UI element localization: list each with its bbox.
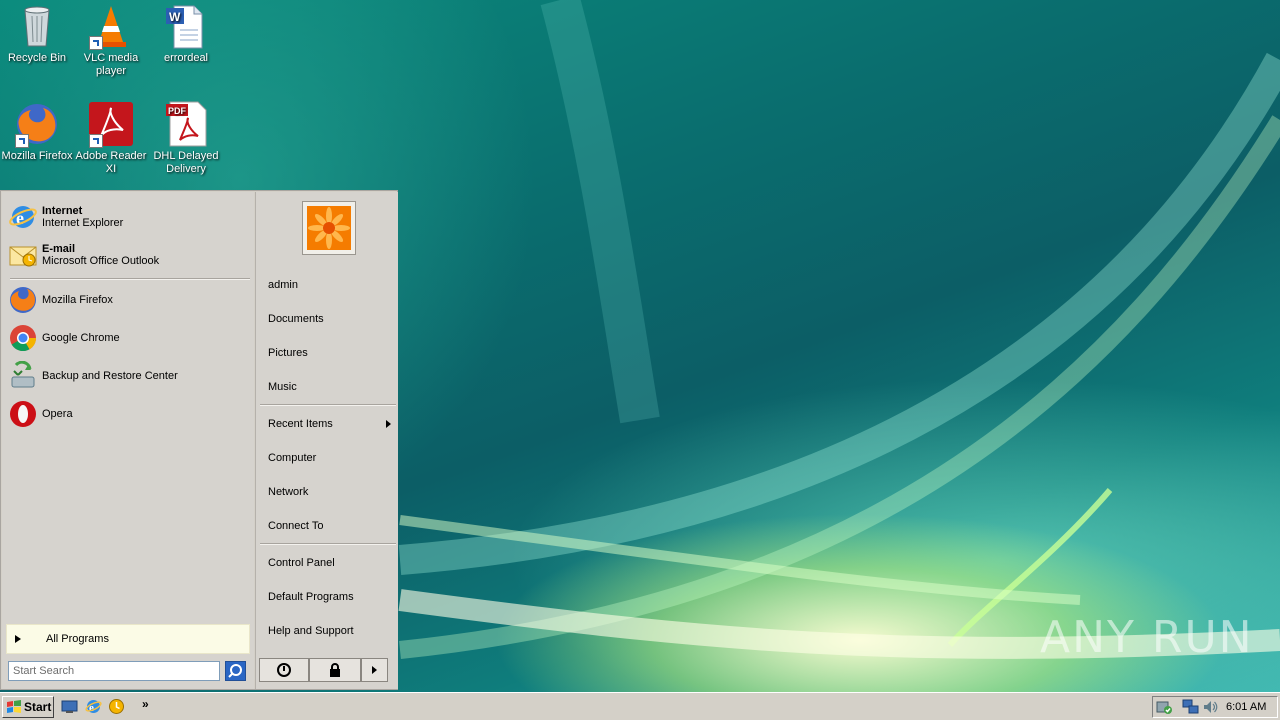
svg-text:PDF: PDF: [168, 106, 187, 116]
firefox-icon: [8, 285, 38, 315]
recent-label: Backup and Restore Center: [42, 370, 178, 382]
taskbar: Start e » 6:01 AM: [0, 692, 1280, 720]
system-tray: 6:01 AM: [1152, 696, 1278, 718]
desktop-icon-vlc[interactable]: VLC media player: [74, 2, 148, 78]
start-label: Start: [24, 700, 52, 714]
right-item-music[interactable]: Music: [268, 381, 297, 393]
windows-logo-icon: [7, 700, 21, 713]
pdf-document-icon: PDF: [162, 100, 210, 148]
recent-label: Opera: [42, 408, 73, 420]
start-menu: e Internet Internet Explorer E-mail Micr…: [0, 190, 398, 690]
pinned-title: E-mail: [42, 243, 76, 255]
opera-icon: [8, 399, 38, 429]
pinned-title: Internet: [42, 205, 83, 217]
right-item-user[interactable]: admin: [268, 279, 298, 291]
pinned-subtitle: Microsoft Office Outlook: [42, 255, 160, 267]
outlook-icon[interactable]: [108, 698, 125, 715]
desktop-icon-label: Mozilla Firefox: [1, 150, 73, 162]
lock-icon: [330, 663, 340, 677]
recent-firefox[interactable]: Mozilla Firefox: [8, 283, 252, 317]
recent-label: Google Chrome: [42, 332, 120, 344]
desktop-icon-label: Adobe Reader XI: [75, 150, 147, 175]
right-item-help-support[interactable]: Help and Support: [268, 625, 354, 637]
all-programs-button[interactable]: All Programs: [6, 624, 250, 654]
shortcut-arrow-icon: [15, 134, 29, 148]
menu-separator: [260, 404, 396, 406]
search-button[interactable]: [225, 661, 246, 681]
adobe-reader-icon: [87, 100, 135, 148]
desktop-icon-label: Recycle Bin: [7, 52, 67, 64]
arrow-right-icon: [15, 635, 21, 643]
quick-launch-overflow-icon[interactable]: »: [142, 697, 149, 711]
desktop-icon-label: VLC media player: [83, 52, 139, 77]
desktop-icon-label: errordeal: [163, 52, 209, 64]
network-icon[interactable]: [1182, 699, 1199, 715]
right-item-recent-items[interactable]: Recent Items: [268, 418, 333, 430]
right-item-default-programs[interactable]: Default Programs: [268, 591, 354, 603]
start-search-input[interactable]: Start Search: [8, 661, 220, 681]
power-button[interactable]: [259, 658, 309, 682]
right-item-network[interactable]: Network: [268, 486, 308, 498]
vlc-cone-icon: [87, 2, 135, 50]
outlook-email-icon: [8, 240, 38, 270]
menu-separator: [260, 543, 396, 545]
show-desktop-icon[interactable]: [61, 700, 78, 714]
desktop-icon-firefox[interactable]: Mozilla Firefox: [0, 100, 74, 163]
user-picture-frame[interactable]: [302, 201, 356, 255]
menu-separator: [10, 278, 250, 280]
word-document-icon: W: [162, 2, 210, 50]
search-icon: [228, 664, 242, 678]
backup-restore-icon: [8, 360, 38, 391]
start-menu-right-pane: admin Documents Pictures Music Recent It…: [255, 192, 398, 689]
recent-backup-restore[interactable]: Backup and Restore Center: [8, 359, 252, 393]
chrome-icon: [8, 323, 38, 353]
start-menu-left-pane: e Internet Internet Explorer E-mail Micr…: [2, 192, 254, 689]
submenu-arrow-icon: [386, 420, 391, 428]
volume-icon[interactable]: [1202, 699, 1219, 715]
clock[interactable]: 6:01 AM: [1226, 701, 1266, 713]
all-programs-label: All Programs: [46, 633, 109, 645]
desktop-icon-errordeal[interactable]: W errordeal: [149, 2, 223, 65]
firefox-icon: [13, 100, 61, 148]
shutdown-options-button[interactable]: [361, 658, 388, 682]
avatar: [307, 206, 351, 250]
right-item-documents[interactable]: Documents: [268, 313, 324, 325]
start-button[interactable]: Start: [2, 696, 54, 718]
shortcut-arrow-icon: [89, 36, 103, 50]
pinned-outlook[interactable]: E-mail Microsoft Office Outlook: [8, 238, 252, 272]
pinned-subtitle: Internet Explorer: [42, 217, 124, 229]
right-item-computer[interactable]: Computer: [268, 452, 316, 464]
right-item-control-panel[interactable]: Control Panel: [268, 557, 335, 569]
recent-chrome[interactable]: Google Chrome: [8, 321, 252, 355]
desktop-icon-dhl-pdf[interactable]: PDF DHL Delayed Delivery: [149, 100, 223, 176]
recycle-bin-icon: [13, 2, 61, 50]
anyrun-watermark: ANY RUN: [1040, 612, 1254, 663]
recent-opera[interactable]: Opera: [8, 397, 252, 431]
internet-explorer-icon[interactable]: e: [85, 698, 102, 715]
desktop-icon-adobe-reader[interactable]: Adobe Reader XI: [74, 100, 148, 176]
power-icon: [277, 663, 291, 677]
internet-explorer-icon: e: [8, 202, 38, 232]
desktop-icon-recycle-bin[interactable]: Recycle Bin: [0, 2, 74, 65]
desktop-icon-label: DHL Delayed Delivery: [153, 150, 219, 175]
right-item-connect-to[interactable]: Connect To: [268, 520, 323, 532]
security-center-icon[interactable]: [1156, 699, 1173, 715]
svg-text:W: W: [169, 10, 181, 24]
pinned-internet-explorer[interactable]: e Internet Internet Explorer: [8, 200, 252, 234]
recent-label: Mozilla Firefox: [42, 294, 113, 306]
shortcut-arrow-icon: [89, 134, 103, 148]
arrow-right-icon: [372, 666, 377, 674]
lock-button[interactable]: [309, 658, 361, 682]
right-item-pictures[interactable]: Pictures: [268, 347, 308, 359]
